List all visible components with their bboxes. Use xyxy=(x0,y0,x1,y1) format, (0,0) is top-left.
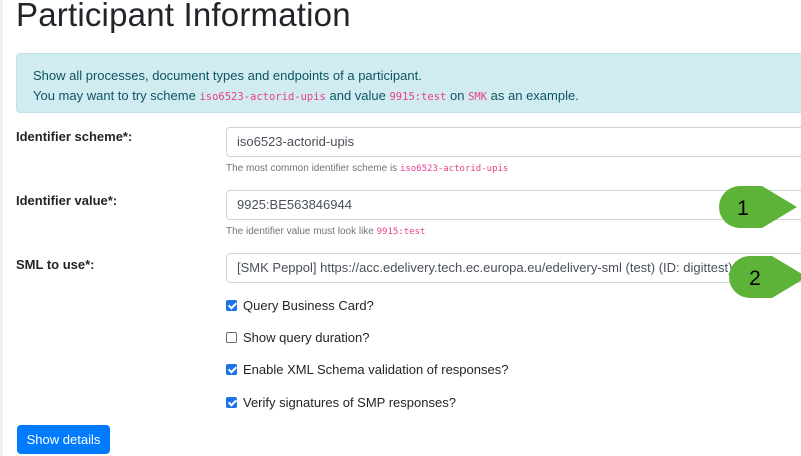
info-line-2: You may want to try scheme iso6523-actor… xyxy=(33,88,579,103)
identifier-value-input[interactable]: 9925:BE563846944 xyxy=(226,190,801,220)
query-business-card-label: Query Business Card? xyxy=(243,298,374,313)
example-sml-code: SMK xyxy=(468,91,488,103)
query-business-card-checkbox[interactable] xyxy=(226,300,237,311)
identifier-value-label: Identifier value*: xyxy=(16,193,118,208)
identifier-value-help: The identifier value must look like 9915… xyxy=(226,226,426,237)
annotation-marker-2: 2 xyxy=(729,256,801,298)
verify-signatures-label: Verify signatures of SMP responses? xyxy=(243,395,456,410)
example-scheme-code: iso6523-actorid-upis xyxy=(199,91,326,103)
info-line-1: Show all processes, document types and e… xyxy=(33,68,422,83)
identifier-scheme-label: Identifier scheme*: xyxy=(16,129,133,144)
show-query-duration-checkbox[interactable] xyxy=(226,332,237,343)
info-alert: Show all processes, document types and e… xyxy=(16,53,801,113)
example-value-code: 9915:test xyxy=(389,91,447,103)
annotation-number-2: 2 xyxy=(749,267,761,290)
annotation-marker-1: 1 xyxy=(719,186,797,228)
xml-schema-validation-label: Enable XML Schema validation of response… xyxy=(243,362,509,377)
annotation-number-1: 1 xyxy=(737,197,749,220)
show-details-button[interactable]: Show details xyxy=(17,425,110,454)
identifier-scheme-help-code: iso6523-actorid-upis xyxy=(399,164,509,174)
xml-schema-validation-checkbox[interactable] xyxy=(226,364,237,375)
page-left-border xyxy=(0,0,3,456)
identifier-scheme-help: The most common identifier scheme is iso… xyxy=(226,163,509,174)
verify-signatures-checkbox[interactable] xyxy=(226,397,237,408)
identifier-scheme-input[interactable]: iso6523-actorid-upis xyxy=(226,127,801,157)
identifier-value-help-code: 9915:test xyxy=(376,227,426,237)
show-query-duration-option[interactable]: Show query duration? xyxy=(226,330,369,345)
arrow-marker-icon xyxy=(719,186,797,228)
arrow-marker-icon xyxy=(729,256,801,298)
sml-select[interactable]: [SMK Peppol] https://acc.edelivery.tech.… xyxy=(226,253,801,283)
sml-label: SML to use*: xyxy=(16,257,95,272)
query-business-card-option[interactable]: Query Business Card? xyxy=(226,298,374,313)
page-title: Participant Information xyxy=(16,0,351,33)
xml-schema-validation-option[interactable]: Enable XML Schema validation of response… xyxy=(226,362,508,377)
show-query-duration-label: Show query duration? xyxy=(243,330,370,345)
verify-signatures-option[interactable]: Verify signatures of SMP responses? xyxy=(226,395,456,410)
